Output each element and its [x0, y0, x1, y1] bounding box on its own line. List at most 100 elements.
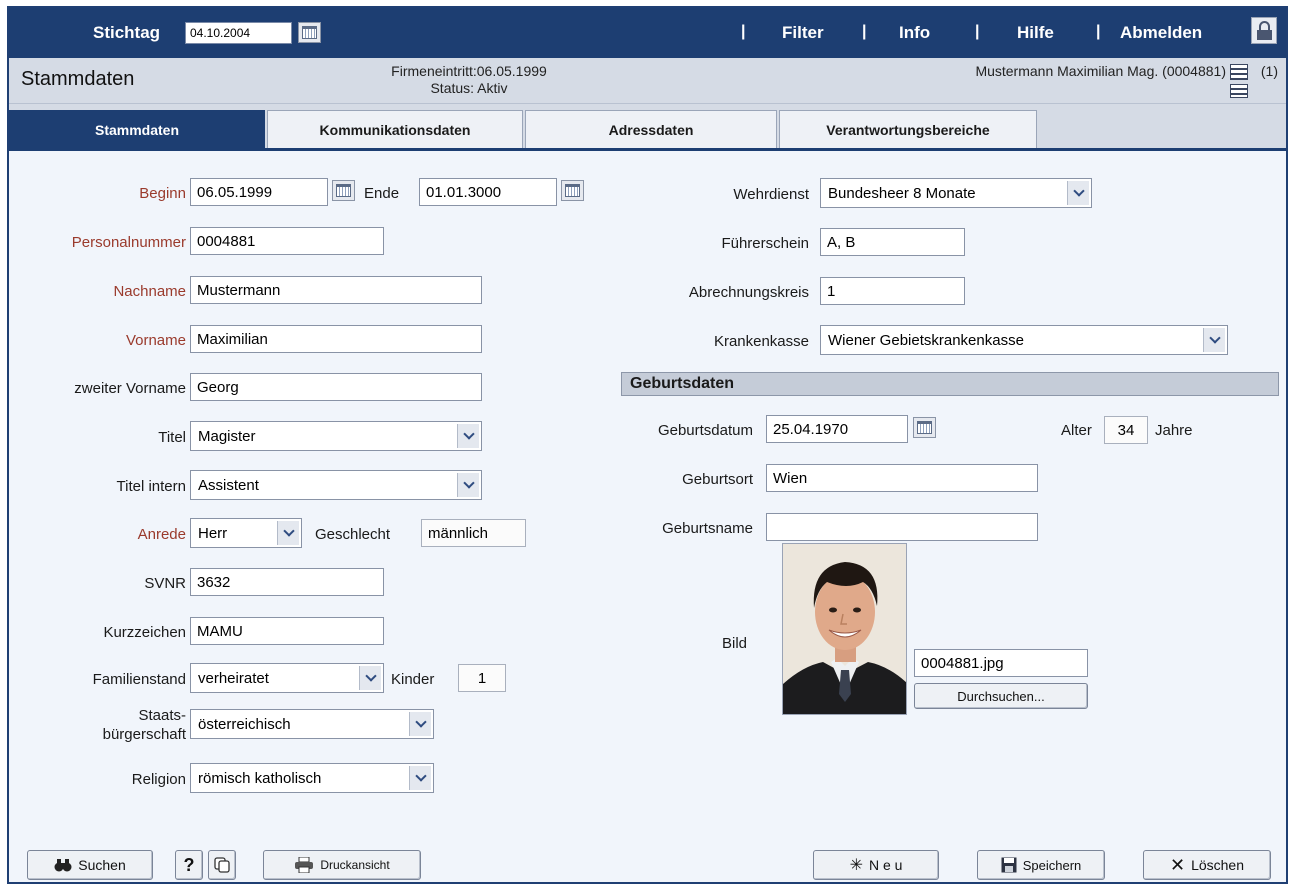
calendar-icon — [917, 421, 932, 434]
bild-label: Bild — [722, 635, 748, 652]
wehrdienst-select[interactable]: Bundesheer 8 Monate — [820, 178, 1092, 208]
nachname-input[interactable]: Mustermann — [190, 276, 482, 304]
geburtsname-input[interactable] — [766, 513, 1038, 541]
zweiter-vorname-input[interactable]: Georg — [190, 373, 482, 401]
durchsuchen-button[interactable]: Durchsuchen... — [914, 683, 1088, 709]
geschlecht-label: Geschlecht — [315, 526, 391, 543]
vorname-input[interactable]: Maximilian — [190, 325, 482, 353]
filter-link[interactable]: Filter — [782, 23, 824, 43]
tab-adressdaten[interactable]: Adressdaten — [525, 110, 777, 148]
speichern-button[interactable]: Speichern — [977, 850, 1105, 880]
chevron-down-icon[interactable] — [1203, 328, 1225, 352]
chevron-down-icon[interactable] — [409, 712, 431, 736]
religion-value: römisch katholisch — [198, 770, 322, 787]
personalnummer-input[interactable]: 0004881 — [190, 227, 384, 255]
krankenkasse-select[interactable]: Wiener Gebietskrankenkasse — [820, 325, 1228, 355]
abrechnungskreis-input[interactable]: 1 — [820, 277, 965, 305]
stichtag-input[interactable]: 04.10.2004 — [185, 22, 292, 44]
chevron-down-icon[interactable] — [277, 521, 299, 545]
kurzzeichen-input[interactable]: MAMU — [190, 617, 384, 645]
staatsbuergerschaft-label: Staats- bürgerschaft — [103, 706, 186, 744]
nav-separator: | — [741, 23, 746, 40]
help-button[interactable]: ? — [175, 850, 203, 880]
header-band: Stammdaten Firmeneintritt:06.05.1999 Sta… — [9, 58, 1286, 104]
personalnummer-label: Personalnummer — [71, 234, 186, 251]
chevron-down-icon[interactable] — [457, 473, 479, 497]
calendar-icon — [565, 184, 580, 197]
loeschen-label: Löschen — [1191, 857, 1245, 873]
switch-icon[interactable] — [1230, 84, 1248, 98]
kinder-label: Kinder — [391, 671, 435, 688]
printer-icon — [294, 857, 314, 873]
wehrdienst-label: Wehrdienst — [733, 186, 809, 203]
vorname-label: Vorname — [125, 332, 186, 349]
chevron-down-icon[interactable] — [1067, 181, 1089, 205]
copy-icon — [214, 857, 230, 873]
loeschen-button[interactable]: ✕ Löschen — [1143, 850, 1271, 880]
svnr-label: SVNR — [144, 575, 186, 592]
anrede-value: Herr — [198, 525, 228, 542]
geburtsort-input[interactable]: Wien — [766, 464, 1038, 492]
staatsbuergerschaft-select[interactable]: österreichisch — [190, 709, 434, 739]
anrede-select[interactable]: Herr — [190, 518, 302, 548]
neu-label: N e u — [868, 857, 903, 873]
lock-button[interactable] — [1251, 17, 1277, 44]
tab-kommunikationsdaten[interactable]: Kommunikationsdaten — [267, 110, 523, 148]
fuehrerschein-input[interactable]: A, B — [820, 228, 965, 256]
portrait-image — [783, 544, 906, 714]
calendar-icon — [302, 26, 317, 39]
titel-select[interactable]: Magister — [190, 421, 482, 451]
svnr-input[interactable]: 3632 — [190, 568, 384, 596]
asterisk-icon: ✳ — [849, 857, 863, 874]
alter-label: Alter — [1061, 422, 1092, 439]
fuehrerschein-label: Führerschein — [721, 235, 809, 252]
familienstand-label: Familienstand — [92, 671, 186, 688]
tab-bar: Stammdaten Kommunikationsdaten Adressdat… — [9, 104, 1286, 151]
geburtsdatum-input[interactable]: 25.04.1970 — [766, 415, 908, 443]
neu-button[interactable]: ✳ N e u — [813, 850, 939, 880]
tab-stammdaten[interactable]: Stammdaten — [9, 110, 265, 148]
staats-label-line2: bürgerschaft — [102, 726, 186, 743]
geburtsdatum-calendar-button[interactable] — [913, 417, 936, 438]
beginn-input[interactable]: 06.05.1999 — [190, 178, 328, 206]
abrechnungskreis-label: Abrechnungskreis — [688, 284, 809, 301]
list-icon[interactable] — [1230, 64, 1248, 80]
record-count: (1) — [1260, 63, 1278, 79]
nav-separator: | — [975, 23, 980, 40]
hilfe-link[interactable]: Hilfe — [1017, 23, 1054, 43]
beginn-calendar-button[interactable] — [332, 180, 355, 201]
tab-verantwortungsbereiche[interactable]: Verantwortungsbereiche — [779, 110, 1037, 148]
religion-select[interactable]: römisch katholisch — [190, 763, 434, 793]
geschlecht-value: männlich — [421, 519, 526, 547]
druckansicht-label: Druckansicht — [320, 858, 390, 872]
person-name: Mustermann Maximilian Mag. (0004881) — [975, 63, 1226, 79]
close-icon: ✕ — [1169, 854, 1186, 875]
staats-label-line1: Staats- — [138, 707, 186, 724]
employee-photo — [782, 543, 907, 715]
titel-value: Magister — [198, 428, 256, 445]
info-link[interactable]: Info — [899, 23, 930, 43]
geburtsdatum-label: Geburtsdatum — [657, 422, 753, 439]
nav-separator: | — [862, 23, 867, 40]
copy-button[interactable] — [208, 850, 236, 880]
krankenkasse-value: Wiener Gebietskrankenkasse — [828, 332, 1024, 349]
save-icon — [1001, 857, 1017, 873]
nachname-label: Nachname — [113, 283, 186, 300]
lock-icon — [1256, 21, 1272, 40]
bild-file-input[interactable]: 0004881.jpg — [914, 649, 1088, 677]
titel-intern-select[interactable]: Assistent — [190, 470, 482, 500]
titel-intern-label: Titel intern — [116, 478, 186, 495]
zweiter-vorname-label: zweiter Vorname — [74, 380, 186, 397]
geburtsname-label: Geburtsname — [662, 520, 753, 537]
druckansicht-button[interactable]: Druckansicht — [263, 850, 421, 880]
stichtag-calendar-button[interactable] — [298, 22, 321, 43]
geburtsort-label: Geburtsort — [682, 471, 753, 488]
abmelden-link[interactable]: Abmelden — [1120, 23, 1202, 43]
familienstand-select[interactable]: verheiratet — [190, 663, 384, 693]
suchen-button[interactable]: Suchen — [27, 850, 153, 880]
chevron-down-icon[interactable] — [457, 424, 479, 448]
chevron-down-icon[interactable] — [409, 766, 431, 790]
chevron-down-icon[interactable] — [359, 666, 381, 690]
ende-input[interactable]: 01.01.3000 — [419, 178, 557, 206]
ende-calendar-button[interactable] — [561, 180, 584, 201]
